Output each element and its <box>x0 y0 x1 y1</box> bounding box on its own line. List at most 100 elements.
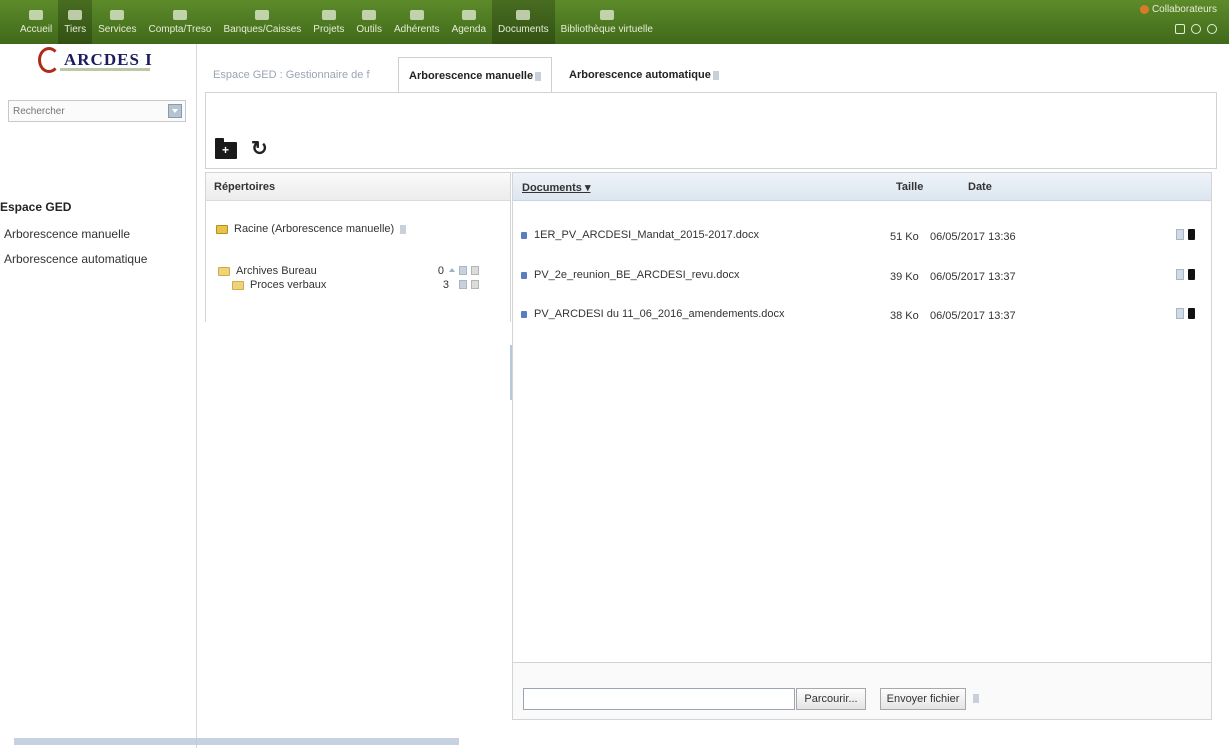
nav-item-tiers[interactable]: Tiers <box>58 0 93 44</box>
edit-icon[interactable] <box>1176 308 1184 319</box>
horizontal-scrollbar[interactable] <box>14 738 459 745</box>
column-date: Date <box>968 181 992 193</box>
document-date: 06/05/2017 13:36 <box>930 231 1016 243</box>
document-date: 06/05/2017 13:37 <box>930 271 1016 283</box>
edit-icon[interactable] <box>1176 269 1184 280</box>
chart-icon <box>68 9 83 20</box>
home-icon <box>29 9 44 20</box>
nav-item-agenda[interactable]: Agenda <box>446 0 492 44</box>
tab-bar: Espace GED : Gestionnaire de f Arboresce… <box>205 57 1215 93</box>
tools-icon <box>362 9 377 20</box>
documents-panel: Documents ▾ Taille Date 1ER_PV_ARCDESI_M… <box>512 172 1212 720</box>
edit-icon[interactable] <box>459 266 467 275</box>
edit-icon[interactable] <box>1176 229 1184 240</box>
folder-label: Proces verbaux <box>250 279 327 291</box>
people-icon <box>110 9 125 20</box>
nav-item-bibliotheque[interactable]: Bibliothèque virtuelle <box>555 0 659 44</box>
tab-label: Arborescence manuelle <box>409 70 534 82</box>
trash-icon[interactable] <box>1188 229 1195 240</box>
tab-auto-tree[interactable]: Arborescence automatique <box>569 57 719 93</box>
trash-icon[interactable] <box>1188 308 1195 319</box>
nav-item-banques-caisses[interactable]: Banques/Caisses <box>217 0 307 44</box>
logout-icon[interactable] <box>1207 24 1217 34</box>
document-name[interactable]: 1ER_PV_ARCDESI_Mandat_2015-2017.docx <box>534 229 759 241</box>
folder-icon <box>218 266 230 276</box>
directories-header: Répertoires <box>206 173 510 201</box>
nav-item-compta-treso[interactable]: Compta/Treso <box>142 0 217 44</box>
content-frame <box>205 92 1217 133</box>
user-menu[interactable]: Collaborateurs <box>1139 4 1217 15</box>
nav-item-accueil[interactable]: Accueil <box>14 0 58 44</box>
edit-icon[interactable] <box>459 280 467 289</box>
nav-item-outils[interactable]: Outils <box>350 0 388 44</box>
document-size: 39 Ko <box>890 271 919 283</box>
folder-icon <box>216 224 228 234</box>
help-icon[interactable] <box>973 694 979 703</box>
search-box <box>8 100 186 122</box>
logo-tagline <box>60 68 150 71</box>
nav-label: Outils <box>356 23 382 35</box>
tab-manual-tree[interactable]: Arborescence manuelle <box>398 57 553 93</box>
logo-mark-icon <box>38 47 60 73</box>
new-folder-icon[interactable] <box>215 138 237 159</box>
document-size: 51 Ko <box>890 231 919 243</box>
directories-header-label: Répertoires <box>214 181 276 193</box>
help-icon[interactable] <box>400 224 407 234</box>
folder-icon <box>172 9 187 20</box>
folder-archives-bureau[interactable]: Archives Bureau <box>218 265 317 277</box>
nav-label: Bibliothèque virtuelle <box>560 23 653 35</box>
documents-header: Documents ▾ Taille Date <box>513 173 1211 201</box>
sidebar-item-manual-tree[interactable]: Arborescence manuelle <box>4 227 130 241</box>
column-documents-sort[interactable]: Documents ▾ <box>522 181 590 194</box>
toolbar <box>205 132 1217 169</box>
search-dropdown-button[interactable] <box>168 104 182 118</box>
members-icon <box>409 9 424 20</box>
help-icon[interactable] <box>712 70 719 80</box>
document-name[interactable]: PV_ARCDESI du 11_06_2016_amendements.doc… <box>534 308 785 320</box>
trash-icon[interactable] <box>1188 269 1195 280</box>
nav-item-services[interactable]: Services <box>92 0 142 44</box>
nav-item-projets[interactable]: Projets <box>307 0 350 44</box>
document-icon <box>521 232 527 239</box>
document-icon <box>521 311 527 318</box>
help-icon[interactable] <box>535 71 542 81</box>
left-sidebar <box>0 44 197 748</box>
nav-label: Agenda <box>451 23 487 35</box>
nav-label: Tiers <box>64 23 87 35</box>
send-file-button[interactable]: Envoyer fichier <box>880 688 966 710</box>
document-row: PV_ARCDESI du 11_06_2016_amendements.doc… <box>513 308 1211 344</box>
folder-proces-verbaux[interactable]: Proces verbaux <box>232 279 326 291</box>
move-up-icon[interactable] <box>449 266 455 275</box>
refresh-icon[interactable]: ↻ <box>251 138 268 160</box>
search-input[interactable] <box>9 101 159 121</box>
nav-item-documents[interactable]: Documents <box>492 0 555 44</box>
delete-icon[interactable] <box>471 280 479 289</box>
tab-label: Arborescence automatique <box>569 69 711 81</box>
document-date: 06/05/2017 13:37 <box>930 310 1016 322</box>
nav-label: Compta/Treso <box>148 23 212 35</box>
logo-text: ARCDES I <box>64 50 153 69</box>
file-path-input[interactable] <box>523 688 795 710</box>
help-icon[interactable] <box>1191 24 1201 34</box>
document-row: PV_2e_reunion_BE_ARCDESI_revu.docx 39 Ko… <box>513 269 1211 305</box>
browse-button[interactable]: Parcourir... <box>796 688 866 710</box>
user-name: Collaborateurs <box>1151 4 1217 15</box>
document-row: 1ER_PV_ARCDESI_Mandat_2015-2017.docx 51 … <box>513 229 1211 265</box>
nav-item-adherents[interactable]: Adhérents <box>388 0 446 44</box>
document-icon <box>521 272 527 279</box>
tab-breadcrumb[interactable]: Espace GED : Gestionnaire de f <box>213 57 370 93</box>
document-name[interactable]: PV_2e_reunion_BE_ARCDESI_revu.docx <box>534 269 739 281</box>
folder-label: Racine (Arborescence manuelle) <box>234 223 395 235</box>
sidebar-item-auto-tree[interactable]: Arborescence automatique <box>4 252 147 266</box>
library-icon <box>599 9 614 20</box>
bank-icon <box>255 9 270 20</box>
delete-icon[interactable] <box>471 266 479 275</box>
print-icon[interactable] <box>1175 24 1185 34</box>
nav-label: Documents <box>498 23 549 35</box>
folder-label: Archives Bureau <box>236 265 317 277</box>
calendar-icon <box>461 9 476 20</box>
documents-icon <box>516 9 531 20</box>
upload-bar: Parcourir... Envoyer fichier <box>513 662 1211 719</box>
nav-tools <box>1175 24 1217 34</box>
folder-root[interactable]: Racine (Arborescence manuelle) <box>216 223 407 235</box>
